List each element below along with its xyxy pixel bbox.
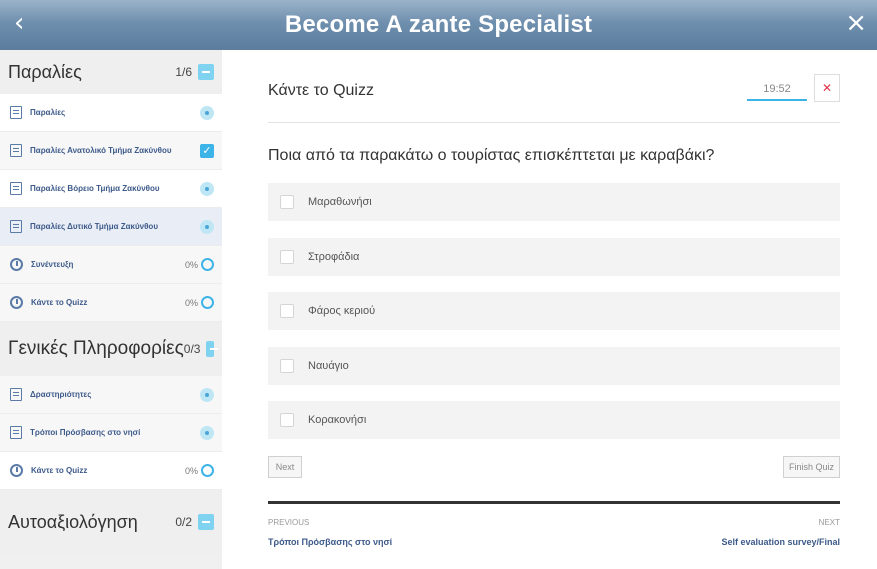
course-sidebar: Παραλίες 1/6 Παραλίες Παραλίες Ανατολικό… bbox=[0, 50, 222, 569]
answer-checkbox[interactable] bbox=[280, 359, 294, 373]
alarm-clock-icon bbox=[10, 258, 23, 271]
sidebar-item-quiz[interactable]: Κάντε το Quizz 0% bbox=[0, 284, 222, 322]
section-progress: 0/3 bbox=[183, 342, 201, 356]
section-title: Παραλίες bbox=[8, 61, 82, 82]
quiz-title: Κάντε το Quizz bbox=[268, 82, 374, 99]
section-title: Αυτοαξιολόγηση bbox=[8, 511, 138, 532]
section-header-general-info[interactable]: Γενικές Πληροφορίες 0/3 bbox=[0, 322, 222, 376]
progress-circle-icon bbox=[201, 296, 214, 309]
eye-icon bbox=[200, 181, 214, 196]
quiz-percent: 0% bbox=[184, 297, 198, 308]
previous-lesson-link[interactable]: Τρόποι Πρόσβασης στο νησί bbox=[268, 537, 392, 547]
document-icon bbox=[10, 220, 22, 233]
lesson-label: Παραλίες bbox=[30, 108, 66, 117]
answer-option[interactable]: Κορακονήσι bbox=[268, 401, 840, 439]
answer-option[interactable]: Στροφάδια bbox=[268, 238, 840, 276]
quiz-label: Συνέντευξη bbox=[31, 260, 74, 269]
answer-option[interactable]: Φάρος κεριού bbox=[268, 292, 840, 330]
section-header-self-evaluation[interactable]: Αυτοαξιολόγηση 0/2 bbox=[0, 490, 222, 554]
document-icon bbox=[10, 388, 22, 401]
quiz-percent: 0% bbox=[184, 465, 198, 476]
lesson-label: Παραλίες Ανατολικό Τμήμα Ζακύνθου bbox=[30, 146, 172, 155]
eye-icon bbox=[200, 387, 214, 402]
document-icon bbox=[10, 182, 22, 195]
divider bbox=[268, 122, 840, 123]
sidebar-item-quiz[interactable]: Κάντε το Quizz 0% bbox=[0, 452, 222, 490]
finish-quiz-button[interactable]: Finish Quiz bbox=[783, 456, 840, 478]
section-title: Γενικές Πληροφορίες bbox=[8, 338, 184, 359]
close-quiz-icon[interactable]: ✕ bbox=[814, 74, 840, 102]
eye-icon bbox=[200, 425, 214, 440]
document-icon bbox=[10, 106, 22, 119]
next-question-button[interactable]: Next bbox=[268, 456, 302, 478]
lesson-label: Δραστηριότητες bbox=[30, 390, 92, 399]
answer-label: Στροφάδια bbox=[308, 251, 360, 263]
sidebar-item-quiz[interactable]: Συνέντευξη 0% bbox=[0, 246, 222, 284]
section-progress: 0/2 bbox=[175, 515, 192, 529]
document-icon bbox=[10, 144, 22, 157]
sidebar-item-lesson[interactable]: Τρόποι Πρόσβασης στο νησί bbox=[0, 414, 222, 452]
section-divider bbox=[268, 501, 840, 504]
lesson-label: Τρόποι Πρόσβασης στο νησί bbox=[30, 428, 141, 437]
quiz-label: Κάντε το Quizz bbox=[31, 298, 88, 307]
sidebar-item-lesson[interactable]: Δραστηριότητες bbox=[0, 376, 222, 414]
completed-check-icon: ✓ bbox=[200, 143, 214, 158]
quiz-timer: 19:52 bbox=[747, 77, 807, 101]
collapse-icon[interactable] bbox=[198, 64, 214, 80]
section-header-beaches[interactable]: Παραλίες 1/6 bbox=[0, 50, 222, 94]
previous-caption: PREVIOUS bbox=[268, 518, 310, 527]
answer-option[interactable]: Μαραθωνήσι bbox=[268, 183, 840, 221]
alarm-clock-icon bbox=[10, 464, 23, 477]
collapse-icon[interactable] bbox=[206, 341, 218, 357]
answer-checkbox[interactable] bbox=[280, 195, 294, 209]
next-lesson-link[interactable]: Self evaluation survey/Final bbox=[721, 537, 840, 547]
quiz-percent: 0% bbox=[184, 259, 198, 270]
alarm-clock-icon bbox=[10, 296, 23, 309]
answer-checkbox[interactable] bbox=[280, 304, 294, 318]
progress-circle-icon bbox=[201, 258, 214, 271]
answer-checkbox[interactable] bbox=[280, 250, 294, 264]
answer-label: Κορακονήσι bbox=[308, 414, 367, 426]
next-caption: NEXT bbox=[818, 518, 840, 527]
answer-option[interactable]: Ναυάγιο bbox=[268, 347, 840, 385]
sidebar-item-lesson[interactable]: Παραλίες Βόρειο Τμήμα Ζακύνθου bbox=[0, 170, 222, 208]
sidebar-item-lesson[interactable]: Παραλίες bbox=[0, 94, 222, 132]
answer-checkbox[interactable] bbox=[280, 413, 294, 427]
question-text: Ποια από τα παρακάτω ο τουρίστας επισκέπ… bbox=[268, 147, 715, 164]
collapse-icon[interactable] bbox=[198, 514, 214, 530]
lesson-label: Παραλίες Δυτικό Τμήμα Ζακύνθου bbox=[30, 222, 158, 231]
answer-label: Μαραθωνήσι bbox=[308, 196, 372, 208]
sidebar-item-lesson[interactable]: Παραλίες Δυτικό Τμήμα Ζακύνθου bbox=[0, 208, 222, 246]
answer-label: Ναυάγιο bbox=[308, 360, 349, 372]
eye-icon bbox=[200, 105, 214, 120]
close-icon[interactable]: × bbox=[845, 8, 867, 38]
quiz-panel: Κάντε το Quizz 19:52 ✕ Ποια από τα παρακ… bbox=[222, 50, 877, 569]
section-progress: 1/6 bbox=[175, 65, 192, 79]
top-bar: ‹ Become A zante Specialist × bbox=[0, 0, 877, 50]
answer-label: Φάρος κεριού bbox=[308, 305, 376, 317]
lesson-label: Παραλίες Βόρειο Τμήμα Ζακύνθου bbox=[30, 184, 160, 193]
back-chevron-icon[interactable]: ‹ bbox=[14, 8, 24, 38]
document-icon bbox=[10, 426, 22, 439]
sidebar-item-lesson[interactable]: Παραλίες Ανατολικό Τμήμα Ζακύνθου ✓ bbox=[0, 132, 222, 170]
course-title: Become A zante Specialist bbox=[284, 11, 593, 38]
quiz-label: Κάντε το Quizz bbox=[31, 466, 88, 475]
progress-circle-icon bbox=[201, 464, 214, 477]
eye-icon bbox=[200, 219, 214, 234]
